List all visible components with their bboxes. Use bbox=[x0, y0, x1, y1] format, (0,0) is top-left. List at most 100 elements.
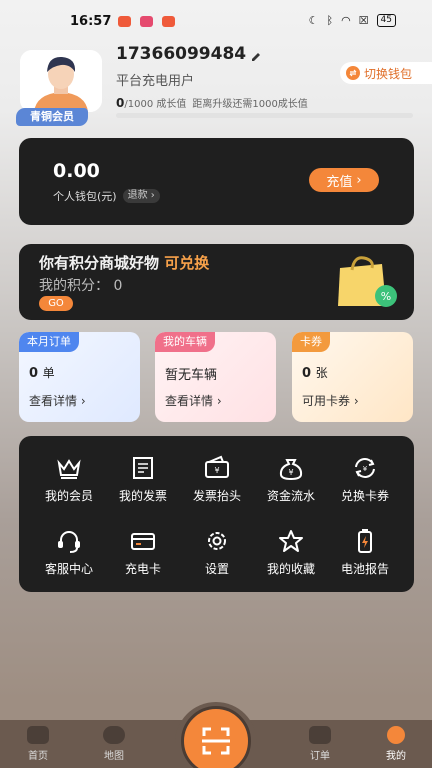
my-points: 我的积分： 0 bbox=[39, 275, 122, 295]
refund-button[interactable]: 退款 › bbox=[122, 189, 160, 203]
menu-item-settings[interactable]: 设置 bbox=[180, 528, 254, 584]
avatar-image bbox=[20, 50, 102, 112]
menu-label: 我的收藏 bbox=[266, 562, 315, 576]
battery-icon bbox=[358, 529, 372, 553]
my-points-value: 0 bbox=[113, 278, 123, 294]
status-icons: ☾ ᛒ ◠ ☒ 45 bbox=[309, 14, 396, 27]
menu-item-battery-report[interactable]: 电池报告 bbox=[328, 528, 402, 584]
orders-action: 查看详情 bbox=[29, 394, 78, 408]
scan-button[interactable] bbox=[181, 706, 251, 768]
coupons-unit: 张 bbox=[315, 366, 328, 380]
edit-icon[interactable] bbox=[250, 48, 262, 67]
user-phone: 17366099484 bbox=[116, 44, 247, 64]
vehicles-action: 查看详情 bbox=[165, 394, 214, 408]
card-action: 查看详情 › bbox=[29, 394, 86, 408]
coupons-action: 可用卡券 bbox=[302, 394, 351, 408]
menu-item-fund-flow[interactable]: ¥ 资金流水 bbox=[254, 455, 328, 511]
menu-label: 电池报告 bbox=[340, 562, 389, 576]
svg-text:%: % bbox=[381, 290, 391, 303]
menu-label: 我的发票 bbox=[118, 489, 167, 503]
shopping-bag-icon: % bbox=[338, 256, 397, 307]
sim-icon: ☒ bbox=[358, 14, 369, 27]
nav-mine[interactable]: 我的 bbox=[366, 726, 426, 762]
menu-item-redeem-coupon[interactable]: ¥ 兑换卡券 bbox=[328, 455, 402, 511]
moon-icon: ☾ bbox=[308, 14, 319, 27]
card-icon bbox=[131, 533, 155, 550]
svg-text:¥: ¥ bbox=[288, 468, 293, 477]
nav-map[interactable]: 地图 bbox=[84, 726, 144, 762]
svg-text:¥: ¥ bbox=[214, 466, 219, 475]
card-action: 查看详情 › bbox=[165, 394, 222, 408]
chevron-right-icon: › bbox=[356, 172, 362, 188]
nav-label: 地图 bbox=[104, 751, 124, 762]
recharge-button[interactable]: 充值 › bbox=[309, 168, 379, 192]
nav-label: 订单 bbox=[310, 751, 330, 762]
points-headline: 你有积分商城好物 可兑换 bbox=[39, 252, 209, 273]
menu-item-my-membership[interactable]: 我的会员 bbox=[32, 455, 106, 511]
points-headline-prefix: 你有积分商城好物 bbox=[39, 254, 160, 272]
video-notification-icon bbox=[162, 16, 175, 27]
user-type: 平台充电用户 bbox=[116, 74, 195, 89]
menu-item-customer-service[interactable]: 客服中心 bbox=[32, 528, 106, 584]
nav-orders[interactable]: 订单 bbox=[290, 726, 350, 762]
card-tag: 卡券 bbox=[292, 332, 330, 352]
bluetooth-icon: ᛒ bbox=[326, 14, 334, 27]
menu-item-invoice-title[interactable]: ¥ 发票抬头 bbox=[180, 455, 254, 511]
monthly-orders-card[interactable]: 本月订单 0 单 查看详情 › bbox=[19, 332, 140, 422]
wallet-label: 个人钱包(元) bbox=[53, 190, 117, 203]
nav-home[interactable]: 首页 bbox=[8, 726, 68, 762]
points-headline-highlight: 可兑换 bbox=[164, 254, 210, 272]
orders-count: 0 bbox=[29, 366, 39, 381]
person-icon bbox=[387, 726, 405, 744]
switch-icon bbox=[346, 66, 360, 80]
wallet-label-row: 个人钱包(元) 退款 › bbox=[53, 188, 160, 204]
menu-label: 我的会员 bbox=[44, 489, 93, 503]
menu-label: 充电卡 bbox=[124, 562, 161, 576]
coupons-count: 0 bbox=[302, 366, 312, 381]
headset-icon bbox=[58, 531, 80, 553]
coupons-card[interactable]: 卡券 0 张 可用卡券 › bbox=[292, 332, 413, 422]
orders-unit: 单 bbox=[42, 366, 55, 380]
wifi-icon: ◠ bbox=[341, 14, 351, 27]
refund-label: 退款 bbox=[127, 190, 148, 201]
exchange-icon: ¥ bbox=[355, 458, 375, 478]
orders-icon bbox=[309, 726, 331, 744]
money-bag-icon: ¥ bbox=[279, 459, 303, 481]
wallet-amount: 0.00 bbox=[53, 160, 100, 182]
gear-icon bbox=[208, 532, 226, 550]
vehicles-value: 暂无车辆 bbox=[165, 368, 218, 383]
member-badge: 青铜会员 bbox=[16, 108, 88, 126]
switch-wallet-label: 切换钱包 bbox=[364, 66, 413, 81]
menu-label: 设置 bbox=[204, 562, 229, 576]
switch-wallet-button[interactable]: 切换钱包 bbox=[340, 62, 432, 84]
my-vehicles-card[interactable]: 我的车辆 暂无车辆 查看详情 › bbox=[155, 332, 276, 422]
card-tag: 本月订单 bbox=[19, 332, 79, 352]
menu-item-favorites[interactable]: 我的收藏 bbox=[254, 528, 328, 584]
points-mall-card[interactable]: 你有积分商城好物 可兑换 我的积分： 0 GO % bbox=[19, 244, 414, 320]
scan-icon bbox=[202, 727, 230, 755]
nav-label: 首页 bbox=[28, 751, 48, 762]
menu-item-charging-card[interactable]: 充电卡 bbox=[106, 528, 180, 584]
card-tag: 我的车辆 bbox=[155, 332, 215, 352]
status-bar: 16:57 ☾ ᛒ ◠ ☒ 45 bbox=[0, 0, 432, 40]
music-notification-icon bbox=[140, 16, 153, 27]
wallet-icon: ¥ bbox=[205, 455, 229, 478]
function-menu: 我的会员 我的发票 ¥ 发票抬头 ¥ 资金流水 ¥ 兑换卡券 客服中心 充电卡 … bbox=[19, 436, 414, 592]
recharge-label: 充值 bbox=[326, 174, 353, 190]
go-button[interactable]: GO bbox=[39, 296, 73, 311]
growth-hint: 距离升级还需1000成长值 bbox=[192, 99, 308, 110]
crown-icon bbox=[57, 459, 81, 479]
nav-label: 我的 bbox=[386, 751, 406, 762]
menu-label: 兑换卡券 bbox=[340, 489, 389, 503]
card-action: 可用卡券 › bbox=[302, 394, 359, 408]
home-icon bbox=[27, 726, 49, 744]
svg-text:¥: ¥ bbox=[363, 465, 368, 473]
my-points-label: 我的积分： bbox=[39, 278, 109, 294]
growth-info: 0/1000 成长值 距离升级还需1000成长值 bbox=[116, 95, 308, 110]
map-icon bbox=[103, 726, 125, 744]
card-value: 0 单 bbox=[29, 364, 55, 381]
menu-item-my-invoices[interactable]: 我的发票 bbox=[106, 455, 180, 511]
invoice-icon bbox=[133, 457, 153, 479]
menu-label: 资金流水 bbox=[266, 489, 315, 503]
avatar[interactable] bbox=[20, 50, 102, 112]
